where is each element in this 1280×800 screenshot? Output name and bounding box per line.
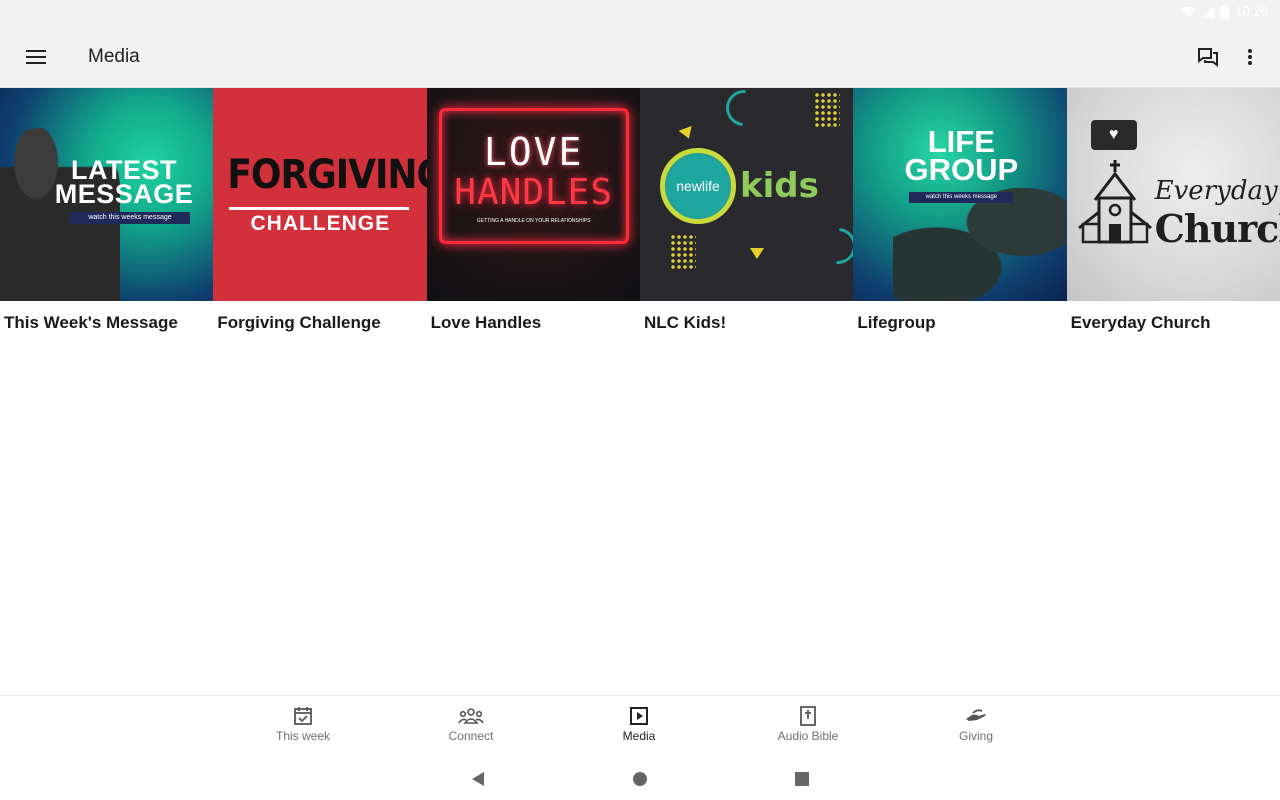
thumb-title: LATEST MESSAGE — [54, 155, 194, 209]
media-thumbnail: LOVE HANDLES GETTING A HANDLE ON YOUR RE… — [426, 88, 640, 301]
back-triangle-icon — [472, 772, 484, 786]
nav-this-week[interactable]: This week — [248, 706, 358, 743]
thumb-title: LIFE GROUP — [904, 124, 1019, 187]
home-circle-icon — [633, 772, 647, 786]
media-tile-everyday-church[interactable]: ♥ Everyday Church Everyday Church — [1066, 88, 1280, 348]
nav-giving[interactable]: Giving — [921, 706, 1031, 743]
wifi-icon — [1182, 6, 1197, 17]
page-title: Media — [88, 46, 140, 67]
system-navigation-bar — [0, 755, 1280, 800]
calendar-check-icon — [294, 707, 312, 725]
thumb-subtitle: Church — [1154, 206, 1280, 251]
nav-label: Media — [622, 729, 656, 743]
thumb-divider — [229, 207, 410, 210]
media-tile-label: Everyday Church — [1070, 313, 1211, 332]
group-figures — [893, 188, 1067, 301]
nav-label: Giving — [958, 729, 993, 743]
triangle-shape — [749, 248, 764, 259]
kids-text: kids — [739, 166, 819, 206]
signal-icon — [1202, 5, 1215, 18]
recents-button[interactable] — [790, 767, 814, 791]
media-thumbnail: newlife kids — [639, 88, 854, 301]
media-thumbnail: LIFE GROUP watch this weeks message — [853, 88, 1067, 301]
media-grid: LATEST MESSAGE watch this weeks message T… — [0, 88, 1280, 348]
nav-audio-bible[interactable]: Audio Bible — [753, 706, 863, 743]
nav-label: Connect — [448, 729, 494, 743]
chat-button[interactable] — [1192, 41, 1224, 73]
newlife-logo-text: newlife — [676, 178, 720, 194]
group-icon — [458, 708, 484, 724]
media-tile-love-handles[interactable]: LOVE HANDLES GETTING A HANDLE ON YOUR RE… — [426, 88, 640, 348]
status-time: 10:26 — [1235, 4, 1268, 19]
media-tile-label: NLC Kids! — [643, 313, 727, 332]
recents-square-icon — [795, 772, 809, 786]
media-tile-nlc-kids[interactable]: newlife kids NLC Kids! — [639, 88, 854, 348]
more-options-button[interactable] — [1236, 41, 1264, 73]
triangle-shape — [678, 125, 696, 142]
media-tile-this-weeks-message[interactable]: LATEST MESSAGE watch this weeks message T… — [0, 88, 214, 348]
app-bar: Media — [0, 26, 1280, 88]
thumb-tag: watch this weeks message — [70, 212, 190, 224]
media-thumbnail: LATEST MESSAGE watch this weeks message — [0, 88, 214, 301]
status-bar: 10:26 — [0, 0, 1280, 26]
bible-icon — [800, 706, 816, 726]
status-icons: 10:26 — [1182, 4, 1268, 19]
thumb-title: FORGIVING — [227, 152, 427, 198]
media-tile-lifegroup[interactable]: LIFE GROUP watch this weeks message Lifeg… — [853, 88, 1067, 348]
nav-connect[interactable]: Connect — [416, 706, 526, 743]
thumb-title: Everyday — [1154, 176, 1278, 206]
menu-button[interactable] — [20, 41, 52, 73]
thumb-tag: GETTING A HANDLE ON YOUR RELATIONSHIPS — [476, 218, 591, 224]
nav-label: This week — [275, 729, 331, 743]
media-tile-label: Forgiving Challenge — [217, 313, 381, 332]
arc-shape — [718, 88, 770, 134]
thumb-subtitle: HANDLES — [454, 172, 614, 213]
back-button[interactable] — [466, 767, 490, 791]
media-tile-label: Lifegroup — [857, 313, 936, 332]
thumb-tag: watch this weeks message — [909, 192, 1014, 203]
media-thumbnail: ♥ Everyday Church — [1066, 88, 1280, 301]
play-box-icon — [630, 707, 648, 725]
heart-bubble-icon: ♥ — [1090, 120, 1137, 150]
nav-media[interactable]: Media — [584, 706, 694, 743]
dot-pattern — [669, 234, 696, 270]
arc-shape — [812, 220, 854, 272]
home-button[interactable] — [628, 767, 652, 791]
dot-pattern — [813, 92, 840, 128]
chat-bubbles-icon — [1198, 48, 1218, 67]
battery-icon — [1220, 4, 1230, 19]
media-tile-forgiving-challenge[interactable]: FORGIVING CHALLENGE Forgiving Challenge — [213, 88, 427, 348]
media-tile-label: This Week's Message — [4, 313, 178, 332]
giving-hand-icon — [966, 709, 986, 721]
media-tile-label: Love Handles — [430, 313, 542, 332]
thumb-subtitle: CHALLENGE — [250, 212, 391, 235]
church-building-icon — [1077, 160, 1152, 244]
thumb-title: LOVE — [483, 130, 584, 174]
hamburger-menu-icon — [26, 50, 46, 64]
bottom-navigation: This week Connect Media Audio Bible Givi… — [0, 695, 1280, 755]
media-thumbnail: FORGIVING CHALLENGE — [213, 88, 427, 301]
nav-label: Audio Bible — [777, 729, 839, 743]
more-vert-icon — [1248, 49, 1252, 65]
